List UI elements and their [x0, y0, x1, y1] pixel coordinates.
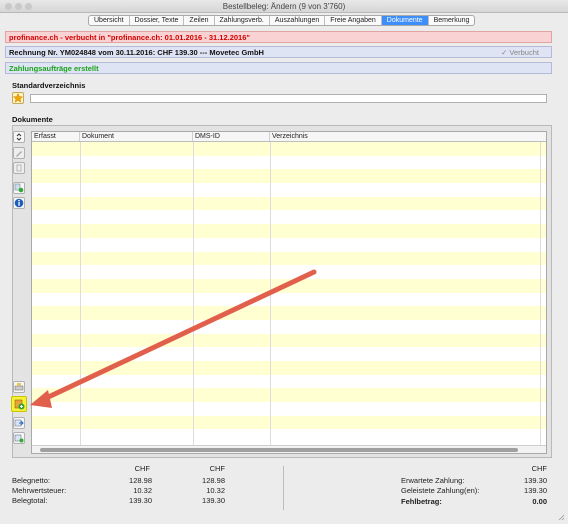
total-label: Belegtotal: [12, 496, 48, 505]
currency-header-1: CHF [134, 464, 150, 473]
total-value-2: 139.30 [202, 496, 225, 505]
expected-label: Erwartete Zahlung: [401, 476, 465, 485]
netto-label: Belegnetto: [12, 476, 50, 485]
payments-currency-header: CHF [531, 464, 547, 473]
paid-value: 139.30 [524, 486, 547, 495]
netto-value-1: 128.98 [129, 476, 152, 485]
missing-value: 0.00 [532, 497, 547, 506]
paid-label: Geleistete Zahlung(en): [401, 486, 480, 495]
total-value-1: 139.30 [129, 496, 152, 505]
annotation-arrow [30, 269, 317, 408]
missing-label: Fehlbetrag: [401, 497, 442, 506]
vat-label: Mehrwertsteuer: [12, 486, 67, 495]
vat-value-2: 10.32 [206, 486, 225, 495]
netto-value-2: 128.98 [202, 476, 225, 485]
expected-value: 139.30 [524, 476, 547, 485]
currency-header-2: CHF [209, 464, 225, 473]
vat-value-1: 10.32 [133, 486, 152, 495]
resize-grip-icon[interactable] [557, 513, 565, 521]
footer-divider [283, 466, 284, 510]
